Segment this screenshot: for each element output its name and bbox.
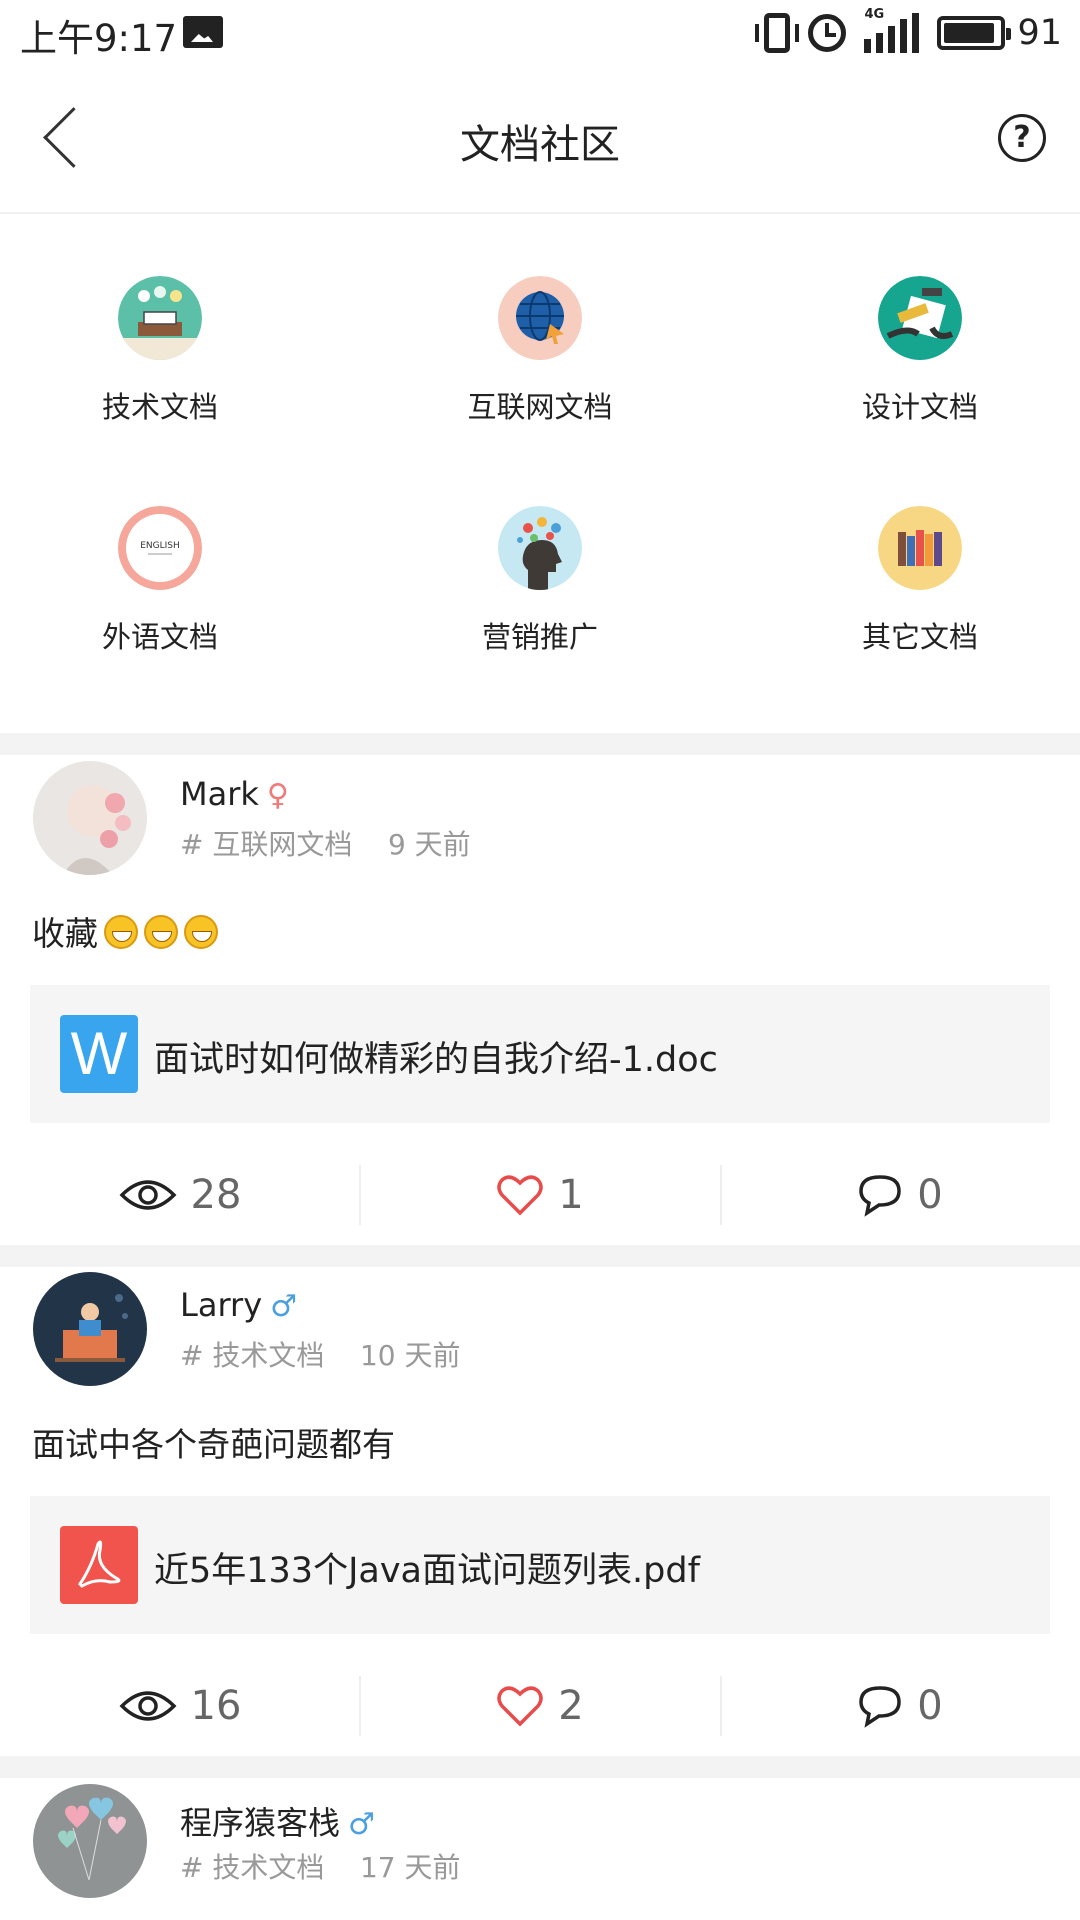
post-card[interactable]: 程序猿客栈 ♂ # 技术文档 17 天前 [0,1778,1080,1920]
post-card[interactable]: Larry ♂ # 技术文档 10 天前 面试中各个奇葩问题都有 近5年133个J… [0,1266,1080,1754]
like-button[interactable]: 1 [360,1147,720,1243]
question-icon: ? [1013,120,1031,155]
english-doc-icon: ENGLISH [118,506,202,590]
post-meta: # 技术文档 10 天前 [180,1339,461,1372]
grin-emoji-icon [144,915,178,949]
category-label: 互联网文档 [467,390,613,424]
post-meta: # 技术文档 17 天前 [180,1851,461,1884]
category-other[interactable]: 其它文档 [770,506,1070,656]
male-icon: ♂ [270,1289,298,1324]
eye-icon [119,1180,177,1210]
post-stats: 28 1 0 [0,1147,1080,1243]
views-stat[interactable]: 28 [0,1147,360,1243]
page-title: 文档社区 [460,122,620,168]
post-author[interactable]: 程序猿客栈 ♂ [180,1798,375,1844]
comment-icon [859,1175,902,1217]
alarm-icon [808,14,847,52]
comment-button[interactable]: 0 [720,1147,1080,1243]
section-divider [0,1245,1080,1267]
avatar[interactable] [33,1272,147,1386]
heart-icon [497,1175,544,1216]
attachment-card[interactable]: 近5年133个Java面试问题列表.pdf [30,1496,1050,1634]
comment-button[interactable]: 0 [720,1658,1080,1754]
category-label: 外语文档 [101,620,218,654]
comments-count: 0 [917,1172,943,1218]
attachment-name: 近5年133个Java面试问题列表.pdf [154,1551,700,1591]
category-internet[interactable]: 互联网文档 [390,276,690,426]
battery-level: 91 [1017,13,1062,53]
category-design[interactable]: 设计文档 [770,276,1070,426]
avatar[interactable] [33,761,147,875]
eye-icon [119,1691,177,1721]
status-time: 上午9:17 [20,17,178,60]
battery-icon [937,16,1012,50]
status-bar: 上午9:17 4G 91 [0,0,1080,66]
post-text: 面试中各个奇葩问题都有 [32,1425,395,1464]
category-label: 其它文档 [861,620,978,654]
comments-count: 0 [917,1683,943,1729]
category-label: 技术文档 [101,390,218,424]
attachment-name: 面试时如何做精彩的自我介绍-1.doc [154,1040,718,1080]
likes-count: 1 [558,1172,584,1218]
post-author[interactable]: Larry ♂ [180,1286,297,1324]
vibrate-icon [755,13,800,53]
category-foreign-language[interactable]: ENGLISH 外语文档 [10,506,310,656]
category-label: 设计文档 [861,390,978,424]
attachment-card[interactable]: W 面试时如何做精彩的自我介绍-1.doc [30,985,1050,1123]
word-file-icon: W [60,1015,138,1093]
category-tech[interactable]: 技术文档 [10,276,310,426]
male-icon: ♂ [348,1807,375,1842]
section-divider [0,1756,1080,1778]
views-count: 16 [190,1683,242,1729]
comment-icon [859,1686,902,1728]
female-icon: ♀ [266,778,289,813]
design-doc-icon [878,276,962,360]
signal-icon: 4G [864,7,920,53]
internet-globe-icon [498,276,582,360]
category-label: 营销推广 [481,620,598,654]
help-button[interactable]: ? [998,114,1046,162]
title-bar: 文档社区 ? [0,68,1080,214]
post-text: 收藏 [32,907,218,955]
books-icon [878,506,962,590]
views-stat[interactable]: 16 [0,1658,360,1754]
gallery-notification-icon [183,16,223,48]
like-button[interactable]: 2 [360,1658,720,1754]
tech-doc-icon [118,276,202,360]
post-author[interactable]: Mark ♀ [180,775,289,813]
svg-text:ENGLISH: ENGLISH [140,541,180,551]
section-divider [0,733,1080,755]
avatar[interactable] [33,1784,147,1898]
likes-count: 2 [558,1683,584,1729]
post-stats: 16 2 0 [0,1658,1080,1754]
views-count: 28 [190,1172,242,1218]
network-type: 4G [864,7,885,22]
grin-emoji-icon [184,915,218,949]
category-marketing[interactable]: 营销推广 [390,506,690,656]
pdf-file-icon [60,1526,138,1604]
grin-emoji-icon [104,915,138,949]
post-card[interactable]: Mark ♀ # 互联网文档 9 天前 收藏 W 面试时如何做精彩的自我介绍-1.… [0,755,1080,1243]
category-grid: 技术文档 互联网文档 设计文档 ENGLISH 外语文档 营销推广 其它文档 [0,214,1080,734]
heart-icon [497,1686,544,1727]
post-meta: # 互联网文档 9 天前 [180,828,471,861]
marketing-head-icon [498,506,582,590]
